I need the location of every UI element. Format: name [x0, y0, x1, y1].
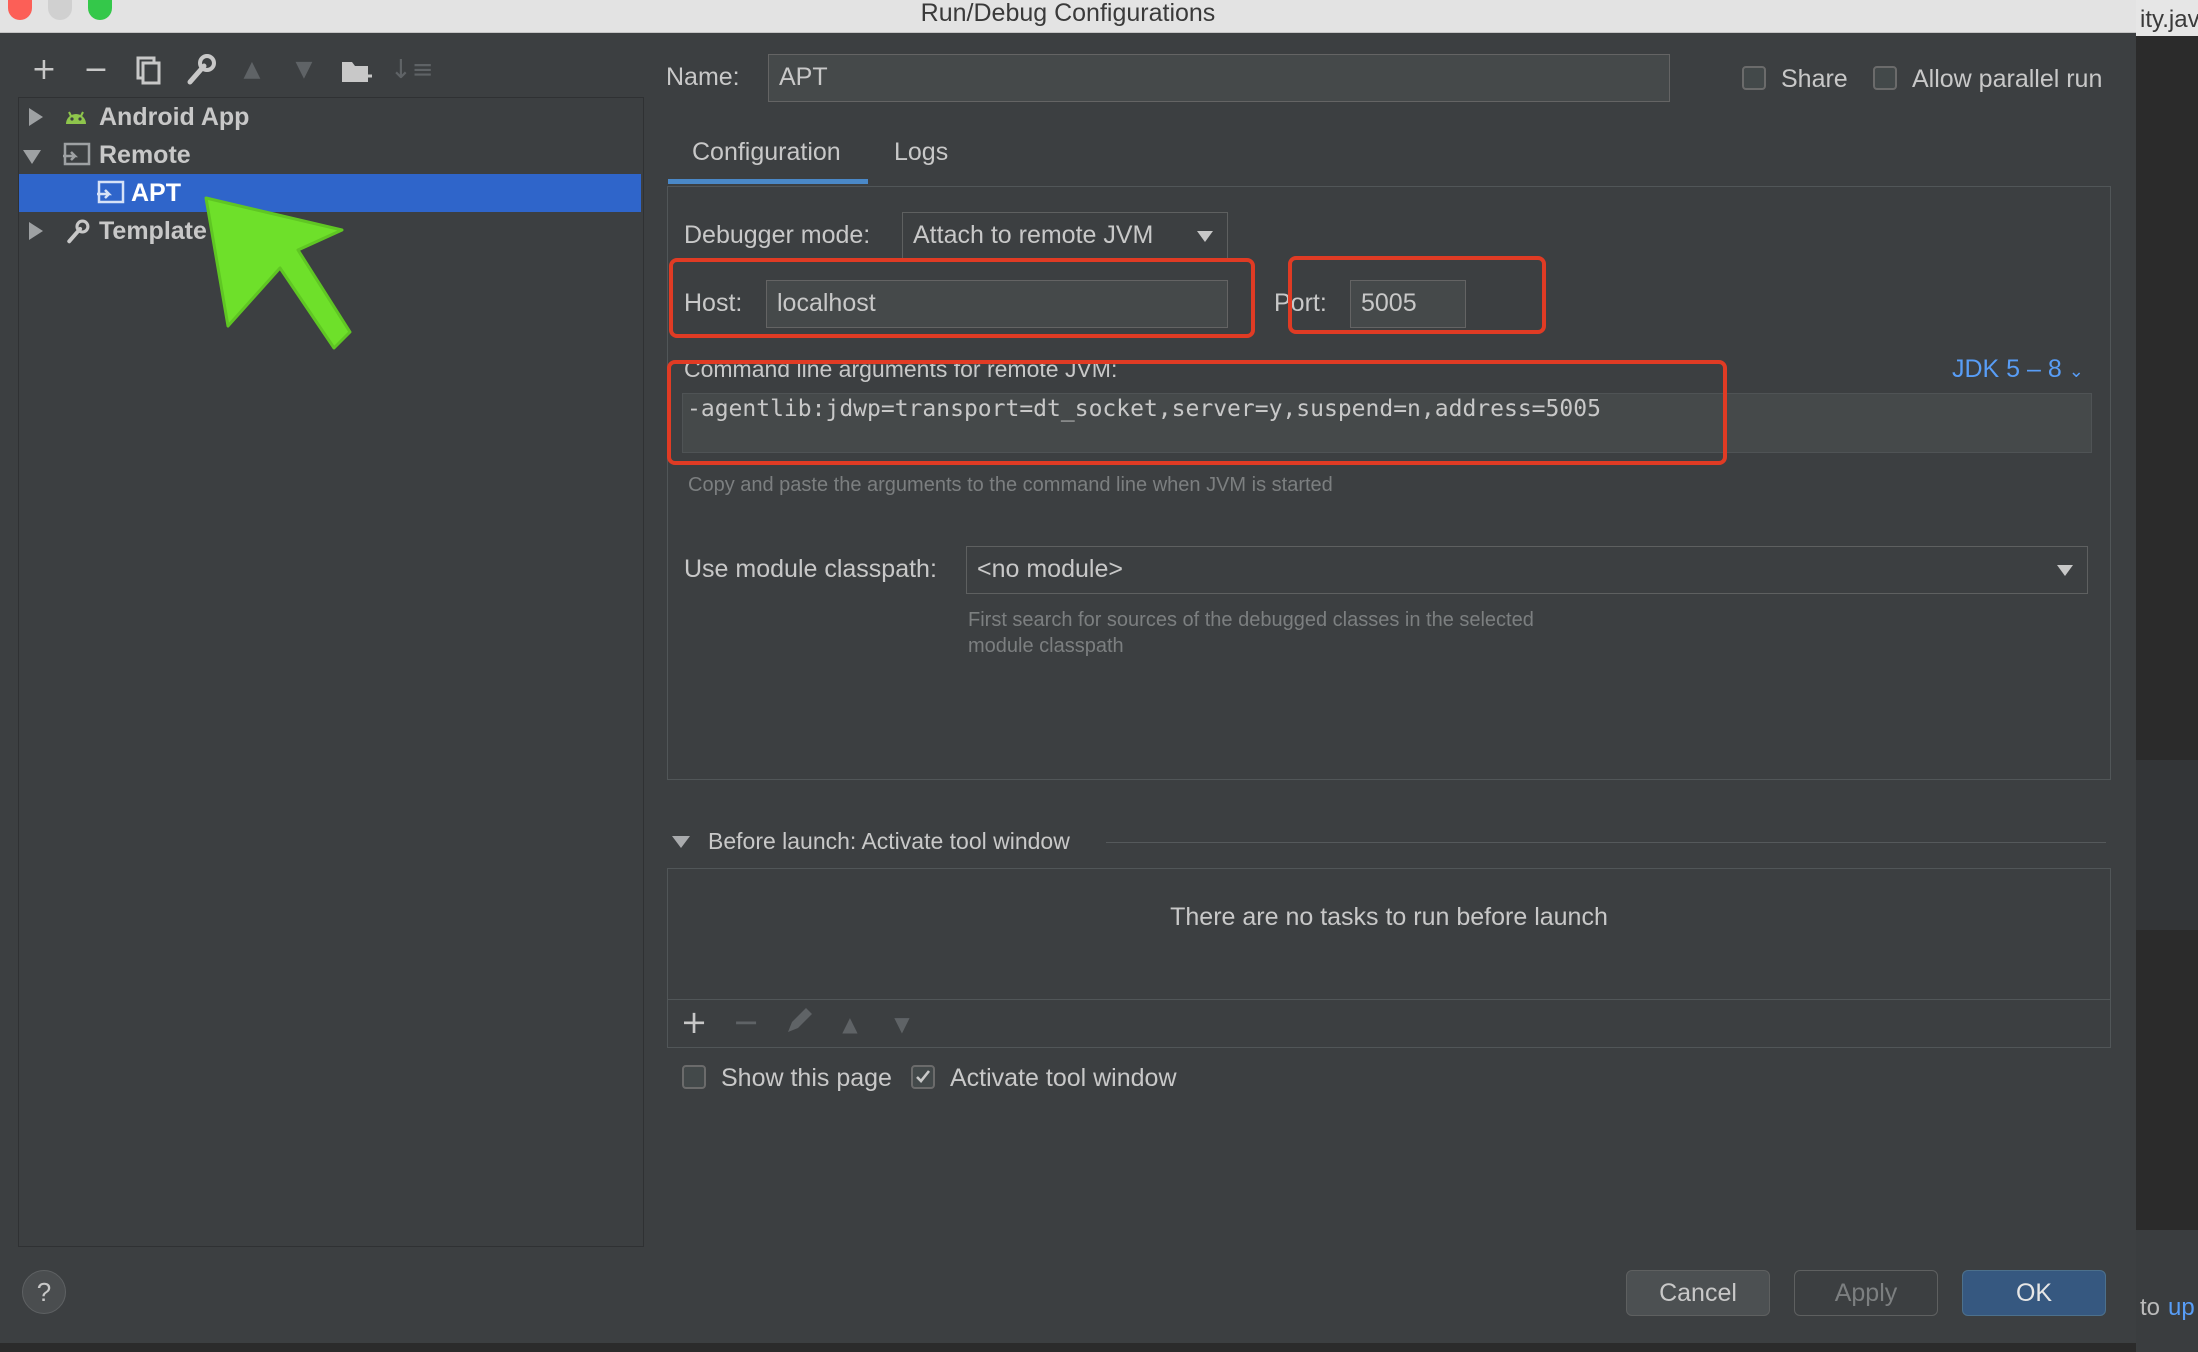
module-classpath-value: <no module>	[977, 555, 1123, 583]
background-link[interactable]: up	[2168, 1294, 2195, 1322]
move-task-down-icon[interactable]: ▼	[884, 1006, 920, 1042]
android-icon	[66, 111, 86, 124]
remote-icon	[63, 142, 91, 166]
activate-tool-window-checkbox[interactable]	[911, 1065, 935, 1089]
module-classpath-select[interactable]: <no module>	[966, 546, 2088, 594]
annotation-arrow-icon	[204, 196, 352, 350]
cancel-button[interactable]: Cancel	[1626, 1270, 1770, 1316]
debugger-mode-label: Debugger mode:	[684, 221, 871, 249]
tree-item-label: APT	[131, 179, 181, 207]
wrench-icon[interactable]	[182, 52, 218, 88]
before-launch-title: Before launch: Activate tool window	[708, 828, 1070, 854]
chevron-down-icon	[2057, 565, 2073, 576]
command-line-highlight-box	[667, 360, 1727, 465]
copy-icon[interactable]	[130, 52, 166, 88]
expand-arrow-icon[interactable]	[29, 108, 43, 126]
collapse-arrow-icon[interactable]	[672, 836, 690, 848]
chevron-down-icon: ⌄	[2068, 361, 2084, 381]
window-title: Run/Debug Configurations	[920, 0, 1216, 27]
sort-icon[interactable]: ↓≡	[390, 52, 434, 88]
chevron-down-icon	[1197, 231, 1213, 242]
folder-add-icon[interactable]	[338, 52, 374, 88]
minus-icon[interactable]: −	[78, 52, 114, 88]
run-debug-dialog: Run/Debug Configurations + − ▲ ▼ ↓≡ Andr…	[0, 0, 2136, 1343]
ok-button[interactable]: OK	[1962, 1270, 2106, 1316]
tree-item-android-app[interactable]: Android App	[19, 98, 641, 136]
activate-tool-window-label: Activate tool window	[950, 1064, 1177, 1092]
name-label: Name:	[666, 63, 740, 91]
parallel-run-label: Allow parallel run	[1912, 65, 2103, 93]
title-bar: Run/Debug Configurations	[0, 0, 2136, 33]
name-input[interactable]: APT	[768, 54, 1670, 102]
jdk-version-selector[interactable]: JDK 5 – 8 ⌄	[1952, 352, 2084, 388]
arrow-up-icon[interactable]: ▲	[234, 52, 270, 88]
jdk-version-label: JDK 5 – 8	[1952, 355, 2062, 383]
edit-task-icon[interactable]	[782, 1006, 814, 1038]
background-text: to	[2140, 1294, 2161, 1321]
tab-logs[interactable]: Logs	[894, 135, 948, 169]
tab-configuration[interactable]: Configuration	[692, 135, 841, 169]
module-hint-line2: module classpath	[968, 635, 1124, 657]
no-tasks-text: There are no tasks to run before launch	[1170, 903, 1608, 931]
arrow-down-icon[interactable]: ▼	[286, 52, 322, 88]
share-checkbox[interactable]	[1742, 66, 1766, 90]
add-task-icon[interactable]: +	[676, 1004, 712, 1040]
tree-item-label: Android App	[99, 103, 250, 131]
host-highlight-box	[669, 258, 1255, 338]
checkmark-icon	[916, 1070, 931, 1083]
move-task-up-icon[interactable]: ▲	[832, 1006, 868, 1042]
share-label: Share	[1781, 65, 1848, 93]
module-hint-line1: First search for sources of the debugged…	[968, 609, 1534, 631]
bottom-edge	[0, 1343, 2136, 1352]
background-editor: ity.jav to up	[2136, 0, 2198, 1352]
separator	[1106, 842, 2106, 843]
background-panel	[2136, 760, 2198, 930]
debugger-mode-value: Attach to remote JVM	[913, 221, 1154, 249]
wrench-icon	[67, 219, 90, 244]
background-status: to up	[2136, 1230, 2198, 1352]
collapse-arrow-icon[interactable]	[23, 150, 41, 164]
tree-item-label: Template	[99, 217, 207, 245]
tree-item-label: Remote	[99, 141, 191, 169]
background-tab-label: ity.jav	[2140, 6, 2198, 33]
remove-task-icon[interactable]: −	[728, 1004, 764, 1040]
show-page-checkbox[interactable]	[682, 1065, 706, 1089]
active-tab-indicator	[668, 179, 868, 184]
expand-arrow-icon[interactable]	[29, 222, 43, 240]
debugger-mode-select[interactable]: Attach to remote JVM	[902, 212, 1228, 260]
parallel-run-checkbox[interactable]	[1873, 66, 1897, 90]
tree-item-remote[interactable]: Remote	[19, 136, 641, 174]
divider	[668, 999, 2110, 1000]
command-line-hint: Copy and paste the arguments to the comm…	[688, 474, 1333, 496]
remote-config-icon	[97, 180, 125, 204]
help-button[interactable]: ?	[22, 1270, 66, 1314]
module-classpath-label: Use module classpath:	[684, 555, 937, 583]
plus-icon[interactable]: +	[26, 52, 62, 88]
apply-button[interactable]: Apply	[1794, 1270, 1938, 1316]
port-highlight-box	[1288, 256, 1546, 334]
show-page-label: Show this page	[721, 1064, 892, 1092]
